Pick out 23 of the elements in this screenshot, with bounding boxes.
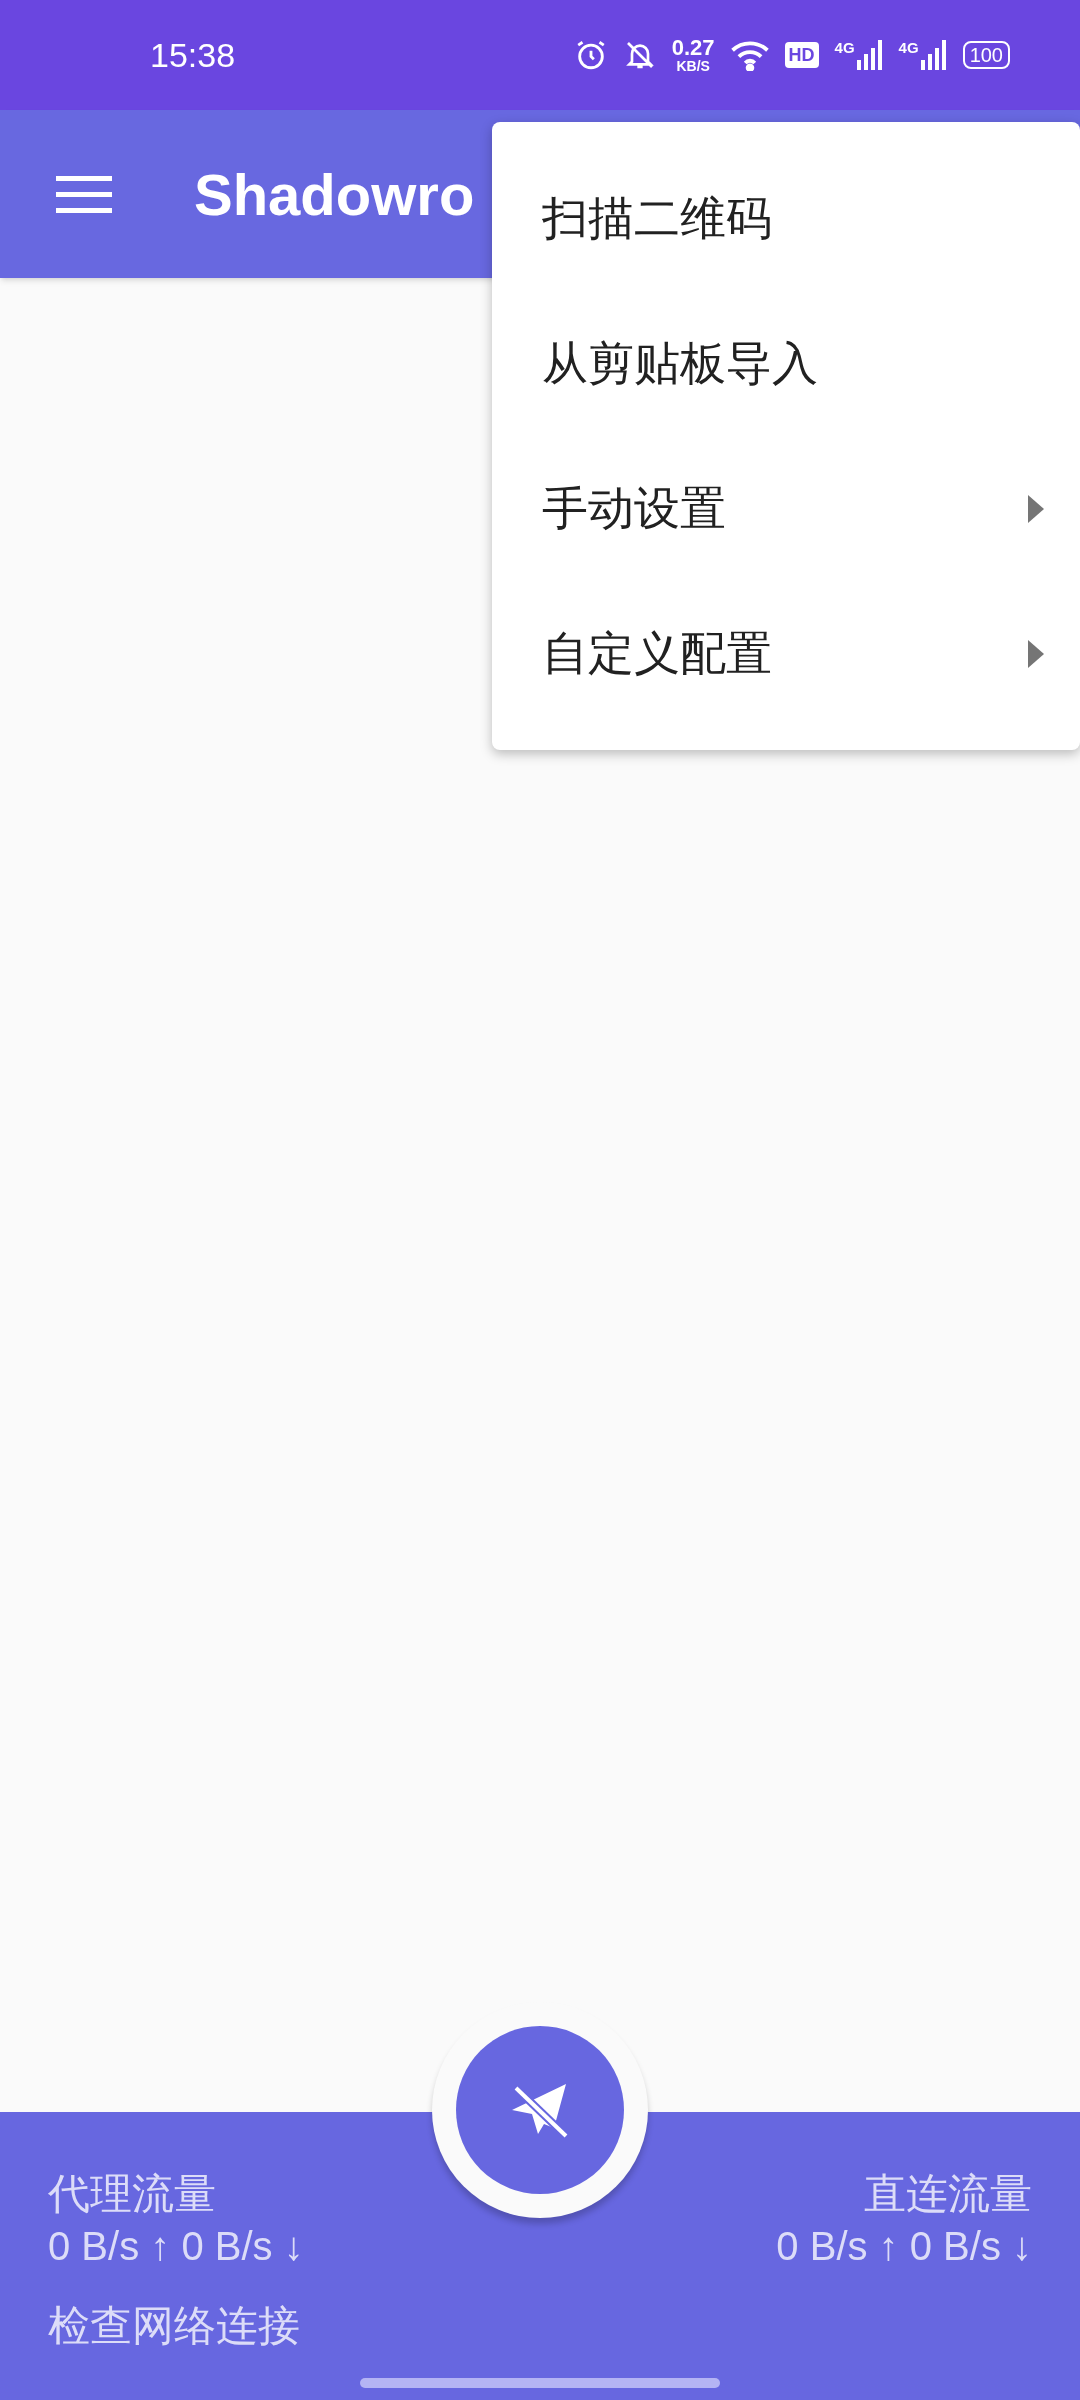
submenu-arrow-icon [1028,494,1044,523]
net-speed-unit: KB/S [676,59,710,73]
clock: 15:38 [150,34,236,76]
toolbar-title: Shadowro [194,160,475,229]
signal-icon [856,40,883,70]
wifi-icon [730,39,769,71]
direct-traffic-label: 直连流量 [864,2169,1032,2219]
bell-off-icon [623,39,656,71]
network-type: 4G [898,40,919,55]
battery-indicator: 100 [962,41,1010,69]
proxy-traffic-speed: 0 B/s ↑ 0 B/s ↓ [48,2223,304,2270]
menu-item[interactable]: 扫描二维码 [492,146,1080,291]
submenu-arrow-icon [1028,639,1044,668]
direct-traffic-speed: 0 B/s ↑ 0 B/s ↓ [776,2223,1032,2270]
menu-item[interactable]: 自定义配置 [492,581,1080,726]
menu-item[interactable]: 从剪贴板导入 [492,291,1080,436]
net-speed: 0.27 [671,37,715,59]
network-type: 4G [834,40,855,55]
hd-badge: HD [784,42,819,68]
signal-icon [920,40,947,70]
proxy-traffic-label: 代理流量 [48,2169,217,2219]
menu-item[interactable]: 手动设置 [492,436,1080,581]
menu-icon[interactable] [56,174,112,214]
